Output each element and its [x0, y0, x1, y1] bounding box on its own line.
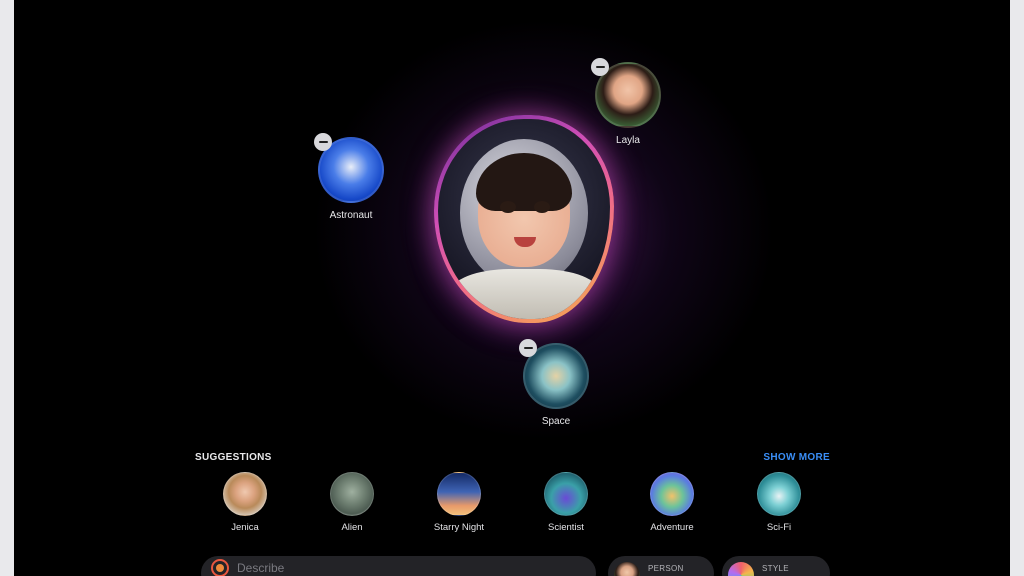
style-picker-button[interactable]: STYLE	[722, 556, 830, 576]
style-picker-label: STYLE	[762, 564, 789, 573]
show-more-link[interactable]: SHOW MORE	[754, 452, 830, 463]
concept-label: Astronaut	[329, 210, 373, 221]
ufo-icon	[757, 472, 801, 516]
suggestion-label: Starry Night	[433, 522, 485, 533]
character-eye	[500, 201, 516, 213]
suggestion-sci-fi[interactable]: Sci-Fi	[739, 472, 819, 533]
suggestion-label: Alien	[341, 522, 363, 533]
person-picker-button[interactable]: PERSON	[608, 556, 714, 576]
describe-input[interactable]	[235, 560, 539, 576]
person-photo-avatar	[591, 58, 661, 128]
suggestion-jenica[interactable]: Jenica	[205, 472, 285, 533]
suggestion-scientist[interactable]: Scientist	[526, 472, 606, 533]
suggestion-label: Adventure	[650, 522, 694, 533]
person-photo-thumb	[614, 562, 640, 576]
minus-icon	[318, 141, 328, 143]
minus-icon	[523, 347, 533, 349]
image-playground-screen: Astronaut Layla Space SUGGESTIONS SHOW M…	[14, 0, 1010, 576]
concept-astronaut[interactable]: Astronaut	[301, 133, 401, 221]
planet-icon	[519, 339, 589, 409]
remove-concept-button[interactable]	[591, 58, 609, 76]
device-frame: Astronaut Layla Space SUGGESTIONS SHOW M…	[0, 0, 1024, 576]
flask-icon	[544, 472, 588, 516]
character-eye	[534, 201, 550, 213]
suggestion-label: Jenica	[231, 522, 259, 533]
starry-night-icon	[437, 472, 481, 516]
person-picker-label: PERSON	[648, 564, 684, 573]
concept-space[interactable]: Space	[506, 339, 606, 427]
suggestion-alien[interactable]: Alien	[312, 472, 392, 533]
describe-field[interactable]	[201, 556, 596, 576]
alien-icon	[330, 472, 374, 516]
suggestion-label: Scientist	[548, 522, 584, 533]
remove-concept-button[interactable]	[314, 133, 332, 151]
spacesuit-graphic	[450, 269, 600, 319]
generated-image-preview[interactable]	[434, 115, 614, 323]
person-photo-thumb	[223, 472, 267, 516]
suggestion-adventure[interactable]: Adventure	[632, 472, 712, 533]
map-icon	[650, 472, 694, 516]
generated-image	[438, 119, 610, 319]
suggestions-heading: SUGGESTIONS	[195, 452, 272, 463]
suggestion-label: Sci-Fi	[766, 522, 792, 533]
image-playground-icon	[211, 559, 229, 576]
suggestion-starry-night[interactable]: Starry Night	[419, 472, 499, 533]
minus-icon	[595, 66, 605, 68]
concept-person-layla[interactable]: Layla	[578, 58, 678, 146]
concept-label: Space	[541, 416, 571, 427]
concept-label: Layla	[616, 135, 640, 146]
style-palette-icon	[728, 562, 754, 576]
remove-concept-button[interactable]	[519, 339, 537, 357]
astronaut-helmet-icon	[314, 133, 384, 203]
